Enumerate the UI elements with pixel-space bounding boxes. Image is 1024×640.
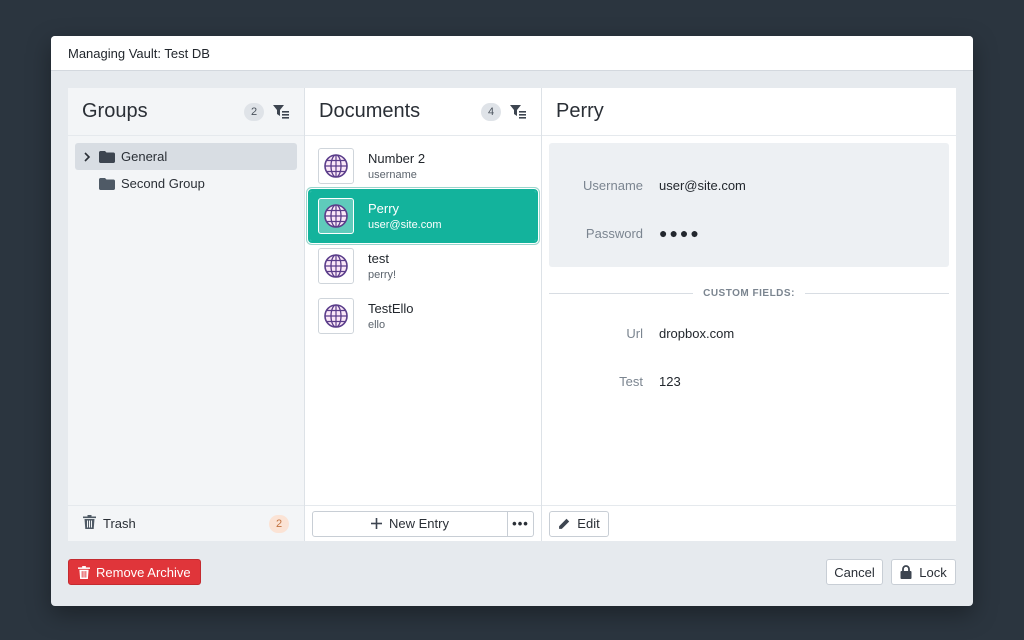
custom-fields-heading: CUSTOM FIELDS:	[703, 287, 795, 299]
panes-container: Groups 2 General Second Group Trash 2 Do…	[68, 88, 956, 541]
document-subtitle: perry!	[368, 269, 397, 281]
edit-label: Edit	[577, 516, 600, 531]
more-options-button[interactable]: •••	[508, 510, 534, 537]
documents-count-badge: 4	[481, 102, 501, 121]
field-label: Username	[583, 177, 643, 193]
fields-box: Username user@site.com Password ●●●●	[549, 143, 949, 267]
globe-icon	[318, 248, 354, 284]
document-title: TestEllo	[368, 301, 414, 316]
document-subtitle: ello	[368, 319, 386, 331]
trash-count-badge: 2	[269, 514, 289, 533]
field-value[interactable]: 123	[659, 374, 681, 389]
lock-icon	[900, 565, 912, 579]
groups-title: Groups	[82, 100, 148, 122]
remove-archive-button[interactable]: Remove Archive	[68, 559, 201, 585]
field-label: Password	[585, 225, 643, 241]
detail-body: Username user@site.com Password ●●●● CUS…	[542, 136, 956, 505]
trash-item[interactable]: Trash 2	[75, 514, 297, 533]
document-title: Number 2	[368, 151, 426, 166]
document-item-testello[interactable]: TestEllo ello	[310, 291, 536, 341]
detail-title: Perry	[556, 100, 604, 122]
new-entry-button[interactable]: New Entry	[312, 510, 508, 537]
document-item-perry[interactable]: Perry user@site.com	[308, 189, 538, 243]
detail-footer: Edit	[542, 505, 956, 541]
group-item-label: Second Group	[121, 176, 205, 191]
field-row-username: Username user@site.com	[549, 165, 949, 205]
edit-button[interactable]: Edit	[549, 510, 609, 537]
lock-button[interactable]: Lock	[891, 559, 956, 585]
vault-window: Managing Vault: Test DB Groups 2 General…	[51, 36, 973, 606]
window-title: Managing Vault: Test DB	[68, 45, 210, 61]
document-list: Number 2 username Perry user@site.com te…	[305, 136, 541, 505]
groups-filter-icon[interactable]	[272, 104, 290, 120]
documents-title: Documents	[319, 100, 421, 122]
field-label: Url	[626, 325, 643, 341]
field-row-password: Password ●●●●	[549, 213, 949, 253]
document-subtitle: username	[368, 169, 417, 181]
documents-header: Documents 4	[305, 88, 541, 136]
groups-header: Groups 2	[68, 88, 304, 136]
new-entry-group: New Entry •••	[312, 510, 534, 537]
pencil-icon	[558, 518, 570, 530]
globe-icon	[318, 298, 354, 334]
folder-icon	[99, 150, 115, 163]
groups-count-badge: 2	[244, 102, 264, 121]
document-item-test[interactable]: test perry!	[310, 241, 536, 291]
chevron-right-icon[interactable]	[75, 151, 99, 162]
document-title: test	[368, 251, 389, 266]
group-list: General Second Group	[68, 136, 304, 505]
lock-label: Lock	[919, 564, 947, 580]
plus-icon	[371, 518, 383, 529]
group-item-general[interactable]: General	[75, 143, 297, 170]
field-row-test: Test 123	[549, 361, 949, 401]
document-title: Perry	[368, 201, 400, 216]
folder-icon	[99, 177, 115, 190]
groups-pane: Groups 2 General Second Group Trash 2	[68, 88, 305, 541]
field-row-url: Url dropbox.com	[549, 313, 949, 353]
window-titlebar: Managing Vault: Test DB	[51, 36, 973, 71]
new-entry-label: New Entry	[389, 516, 449, 531]
remove-archive-label: Remove Archive	[96, 564, 191, 580]
field-label: Test	[619, 373, 643, 389]
group-item-label: General	[121, 149, 168, 164]
trash-icon	[83, 515, 96, 532]
document-item-number-2[interactable]: Number 2 username	[310, 141, 536, 191]
trash-label: Trash	[103, 516, 136, 531]
groups-footer: Trash 2	[68, 505, 304, 541]
cancel-button[interactable]: Cancel	[826, 559, 883, 585]
detail-header: Perry	[542, 88, 956, 136]
document-subtitle: user@site.com	[368, 219, 442, 231]
trash-icon	[78, 565, 90, 579]
group-item-second-group[interactable]: Second Group	[75, 170, 297, 197]
documents-filter-icon[interactable]	[509, 104, 527, 120]
documents-footer: New Entry •••	[305, 505, 541, 541]
custom-fields: Url dropbox.com Test 123	[549, 313, 949, 401]
documents-pane: Documents 4 Number 2 username Perry user…	[305, 88, 542, 541]
globe-icon	[318, 198, 354, 234]
custom-fields-divider: CUSTOM FIELDS:	[549, 285, 950, 301]
password-value[interactable]: ●●●●	[659, 225, 701, 241]
detail-pane: Perry Username user@site.com Password ●●…	[542, 88, 956, 541]
globe-icon	[318, 148, 354, 184]
bottom-bar: Remove Archive Cancel Lock	[68, 558, 956, 586]
field-value[interactable]: dropbox.com	[659, 326, 734, 341]
field-value[interactable]: user@site.com	[659, 178, 746, 193]
